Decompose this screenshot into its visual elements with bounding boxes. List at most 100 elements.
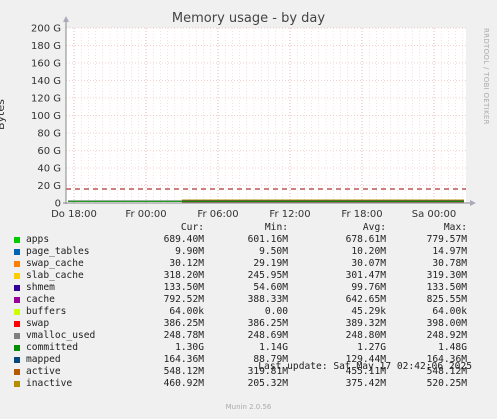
legend-item: swap_cache 30.12M 29.19M 30.07M 30.78M [12, 258, 492, 270]
legend-cur: 318.20M [163, 270, 204, 281]
y-tick-label: 20 G [37, 181, 61, 192]
legend-item: buffers 64.00k 0.00 45.29k 64.00k [12, 306, 492, 318]
x-axis-arrow-icon [470, 200, 476, 206]
legend-min: 388.33M [247, 294, 288, 305]
legend-swatch [14, 285, 20, 291]
legend-min: 248.69M [247, 330, 288, 341]
legend-avg: 248.80M [345, 330, 386, 341]
legend-avg: 10.20M [351, 246, 386, 257]
y-tick-label: 0 [55, 199, 61, 210]
legend-swatch [14, 381, 20, 387]
y-tick-label: 140 G [31, 76, 61, 87]
legend-max: 1.48G [438, 342, 467, 353]
legend-min: 1.14G [259, 342, 288, 353]
legend-min: 54.60M [253, 282, 288, 293]
legend-avg: 30.07M [351, 258, 386, 269]
legend-swatch [14, 249, 20, 255]
legend-cur: 1.30G [175, 342, 204, 353]
y-tick-label: 100 G [31, 111, 61, 122]
x-tick-label: Fr 12:00 [269, 209, 310, 220]
legend-swatch [14, 345, 20, 351]
legend-swatch [14, 369, 20, 375]
legend-cur: 9.90M [175, 246, 204, 257]
legend-item: cache 792.52M 388.33M 642.65M 825.55M [12, 294, 492, 306]
y-tick-label: 80 G [37, 129, 61, 140]
legend-name: active [26, 366, 61, 377]
legend-avg: 99.76M [351, 282, 386, 293]
legend-min: 0.00 [264, 306, 288, 317]
legend-min: 386.25M [247, 318, 288, 329]
legend-swatch [14, 333, 20, 339]
legend-swatch [14, 273, 20, 279]
legend-avg: 389.32M [345, 318, 386, 329]
legend-cur: 689.40M [163, 234, 204, 245]
legend-item: apps 689.40M 601.16M 678.61M 779.57M [12, 234, 492, 246]
legend-name: swap_cache [26, 258, 84, 269]
y-axis-arrow-icon [63, 16, 69, 22]
legend-name: page_tables [26, 246, 90, 257]
legend-name: inactive [26, 378, 73, 389]
legend-item: vmalloc_used 248.78M 248.69M 248.80M 248.92M [12, 330, 492, 342]
legend-avg: 375.42M [345, 378, 386, 389]
x-tick-label: Sa 00:00 [412, 209, 456, 220]
legend-swatch [14, 309, 20, 315]
x-tick-label: Fr 18:00 [341, 209, 382, 220]
y-tick-label: 120 G [31, 94, 61, 105]
legend-name: mapped [26, 354, 61, 365]
legend-swatch [14, 237, 20, 243]
x-tick-label: Do 18:00 [51, 209, 97, 220]
legend-cur: 248.78M [163, 330, 204, 341]
legend-name: shmem [26, 282, 55, 293]
x-tick-label: Fr 00:00 [125, 209, 166, 220]
legend-cur: 386.25M [163, 318, 204, 329]
legend-swatch [14, 297, 20, 303]
y-tick-label: 180 G [31, 41, 61, 52]
y-tick-label: 40 G [37, 164, 61, 175]
y-tick-label: 160 G [31, 59, 61, 70]
chart-frame: Memory usage - by day Bytes RRDTOOL / TO… [0, 0, 497, 419]
header-min: Min: [264, 222, 288, 233]
legend-avg: 642.65M [345, 294, 386, 305]
legend-cur: 64.00k [169, 306, 204, 317]
legend-cur: 460.92M [163, 378, 204, 389]
header-avg: Avg: [362, 222, 386, 233]
legend-max: 14.97M [432, 246, 467, 257]
last-update: Last update: Sat May 17 02:42:06 2025 [258, 361, 472, 372]
munin-version: Munin 2.0.56 [225, 403, 272, 411]
legend-avg: 1.27G [357, 342, 386, 353]
legend-cur: 164.36M [163, 354, 204, 365]
legend-max: 133.50M [426, 282, 467, 293]
legend-swatch [14, 321, 20, 327]
legend-max: 398.00M [426, 318, 467, 329]
legend-max: 30.78M [432, 258, 467, 269]
legend-cur: 792.52M [163, 294, 204, 305]
legend-header: Cur: Min: Avg: Max: [12, 222, 492, 234]
legend-min: 29.19M [253, 258, 288, 269]
y-tick-label: 60 G [37, 146, 61, 157]
legend-avg: 301.47M [345, 270, 386, 281]
legend-item: inactive 460.92M 205.32M 375.42M 520.25M [12, 378, 492, 390]
legend-max: 779.57M [426, 234, 467, 245]
legend-item: swap 386.25M 386.25M 389.32M 398.00M [12, 318, 492, 330]
legend-cur: 548.12M [163, 366, 204, 377]
header-cur: Cur: [180, 222, 204, 233]
legend-name: swap [26, 318, 50, 329]
legend-name: cache [26, 294, 55, 305]
header-max: Max: [443, 222, 467, 233]
legend-name: slab_cache [26, 270, 84, 281]
legend-name: committed [26, 342, 78, 353]
legend-cur: 133.50M [163, 282, 204, 293]
legend-swatch [14, 357, 20, 363]
legend-max: 825.55M [426, 294, 467, 305]
legend-swatch [14, 261, 20, 267]
legend-name: buffers [26, 306, 67, 317]
legend-name: vmalloc_used [26, 330, 96, 341]
legend-max: 520.25M [426, 378, 467, 389]
legend-max: 319.30M [426, 270, 467, 281]
legend-min: 9.50M [259, 246, 288, 257]
legend-max: 248.92M [426, 330, 467, 341]
series-area-inactive [182, 199, 464, 201]
legend-name: apps [26, 234, 50, 245]
legend-cur: 30.12M [169, 258, 204, 269]
legend-item: shmem 133.50M 54.60M 99.76M 133.50M [12, 282, 492, 294]
